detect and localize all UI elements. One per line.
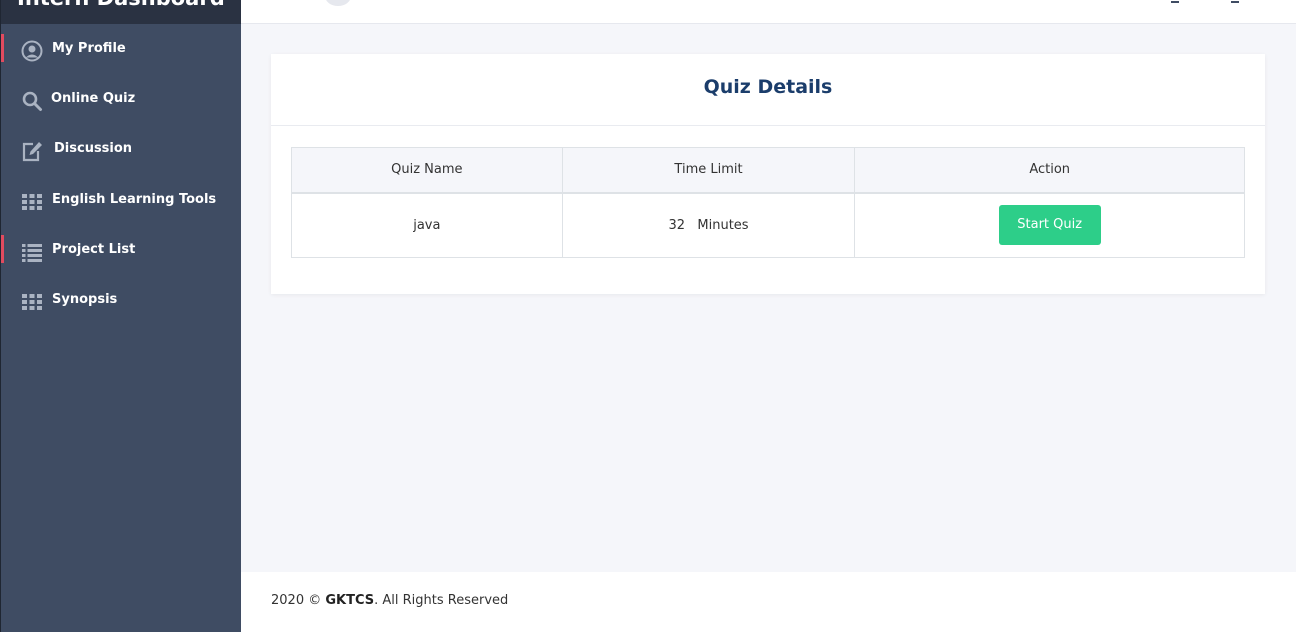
- sidebar-item-my-profile[interactable]: My Profile: [1, 30, 242, 70]
- sidebar-item-discussion[interactable]: Discussion: [1, 130, 242, 170]
- sidebar-item-label: Project List: [52, 242, 136, 257]
- notification-icon[interactable]: [1171, 0, 1179, 3]
- user-circle-icon: [21, 40, 43, 62]
- table-row: java 32 Minutes Start Quiz: [291, 192, 1245, 258]
- sidebar-item-label: My Profile: [52, 41, 126, 56]
- footer-prefix: 2020 ©: [271, 593, 322, 608]
- grid-icon: [22, 294, 42, 310]
- user-menu-icon[interactable]: [1231, 0, 1239, 3]
- sidebar: Intern Dashboard ▾ My Profile Online Qui…: [0, 0, 242, 632]
- footer-suffix: . All Rights Reserved: [374, 593, 509, 608]
- card-title: Quiz Details: [271, 54, 1265, 126]
- time-limit-cell: 32 Minutes: [561, 192, 856, 258]
- sidebar-item-project-list[interactable]: Project List: [1, 231, 242, 271]
- top-navbar: [241, 0, 1296, 24]
- quiz-details-card: Quiz Details Quiz Name Time Limit Action…: [271, 54, 1265, 294]
- footer-company: GKTCS: [325, 593, 375, 608]
- footer: 2020 © GKTCS. All Rights Reserved: [241, 572, 1296, 632]
- sidebar-item-synopsis[interactable]: Synopsis: [1, 281, 242, 321]
- time-limit-unit: Minutes: [697, 217, 749, 233]
- table-header-row: Quiz Name Time Limit Action: [291, 147, 1245, 194]
- sidebar-brand[interactable]: Intern Dashboard ▾: [1, 0, 242, 24]
- sidebar-item-label: Discussion: [54, 141, 133, 156]
- quiz-table: Quiz Name Time Limit Action java 32 Minu…: [291, 147, 1245, 258]
- column-header-action: Action: [854, 147, 1245, 194]
- menu-toggle-icon[interactable]: [325, 0, 351, 6]
- grid-icon: [22, 194, 42, 210]
- column-header-quiz-name: Quiz Name: [291, 147, 563, 194]
- start-quiz-button[interactable]: Start Quiz: [998, 205, 1101, 246]
- sidebar-item-label: Synopsis: [52, 292, 118, 307]
- chevron-down-icon: ▾: [207, 0, 214, 4]
- action-cell: Start Quiz: [854, 192, 1245, 258]
- column-header-time-limit: Time Limit: [561, 147, 856, 194]
- sidebar-item-label: English Learning Tools: [52, 192, 217, 207]
- search-icon: [22, 91, 42, 111]
- sidebar-item-english-learning-tools[interactable]: English Learning Tools: [1, 181, 242, 221]
- footer-copyright: 2020 © GKTCS. All Rights Reserved: [271, 593, 508, 608]
- time-limit-value: 32: [668, 217, 685, 233]
- edit-icon: [22, 142, 42, 162]
- list-icon: [22, 244, 42, 262]
- sidebar-item-label: Online Quiz: [51, 91, 136, 106]
- sidebar-item-online-quiz[interactable]: Online Quiz: [1, 80, 242, 120]
- quiz-name-cell: java: [291, 192, 563, 258]
- brand-title: Intern Dashboard: [17, 0, 225, 10]
